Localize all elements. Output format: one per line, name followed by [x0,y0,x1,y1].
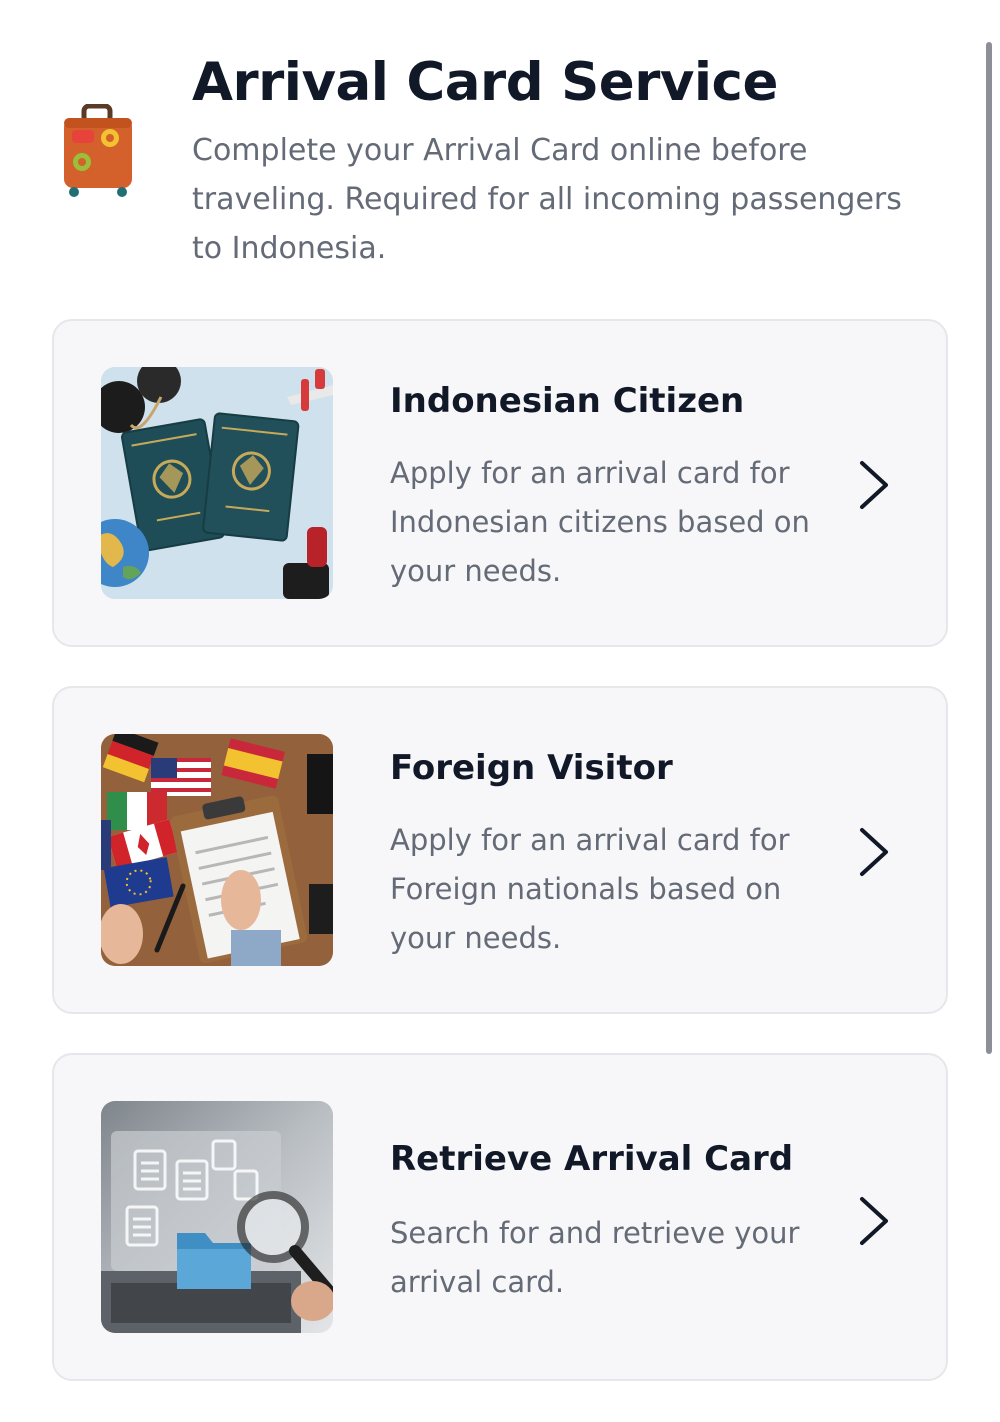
chevron-right-icon[interactable] [854,1193,894,1249]
retrieve-arrival-card-description: Search for and retrieve your arrival car… [390,1216,800,1299]
document-search-photo [101,1101,333,1333]
indonesian-citizen-title: Indonesian Citizen [390,381,745,421]
retrieve-arrival-card-title: Retrieve Arrival Card [390,1139,794,1179]
page-header: Arrival Card Service Complete your Arriv… [0,0,960,300]
arrival-card-page: Arrival Card Service Complete your Arriv… [0,0,1000,1422]
retrieve-arrival-card[interactable]: Retrieve Arrival Card Search for and ret… [52,1053,948,1381]
indonesian-citizen-description: Apply for an arrival card for Indonesian… [390,456,810,588]
page-subtitle: Complete your Arrival Card online before… [192,133,902,266]
foreign-visitor-title: Foreign Visitor [390,748,673,788]
flags-clipboard-photo [101,734,333,966]
passports-photo [101,367,333,599]
indonesian-citizen-card[interactable]: Indonesian Citizen Apply for an arrival … [52,319,948,647]
foreign-visitor-description: Apply for an arrival card for Foreign na… [390,823,790,955]
scrollbar[interactable] [986,42,992,1054]
suitcase-icon [64,104,132,197]
page-title: Arrival Card Service [192,52,778,113]
foreign-visitor-card[interactable]: Foreign Visitor Apply for an arrival car… [52,686,948,1014]
chevron-right-icon[interactable] [854,457,894,513]
chevron-right-icon[interactable] [854,824,894,880]
